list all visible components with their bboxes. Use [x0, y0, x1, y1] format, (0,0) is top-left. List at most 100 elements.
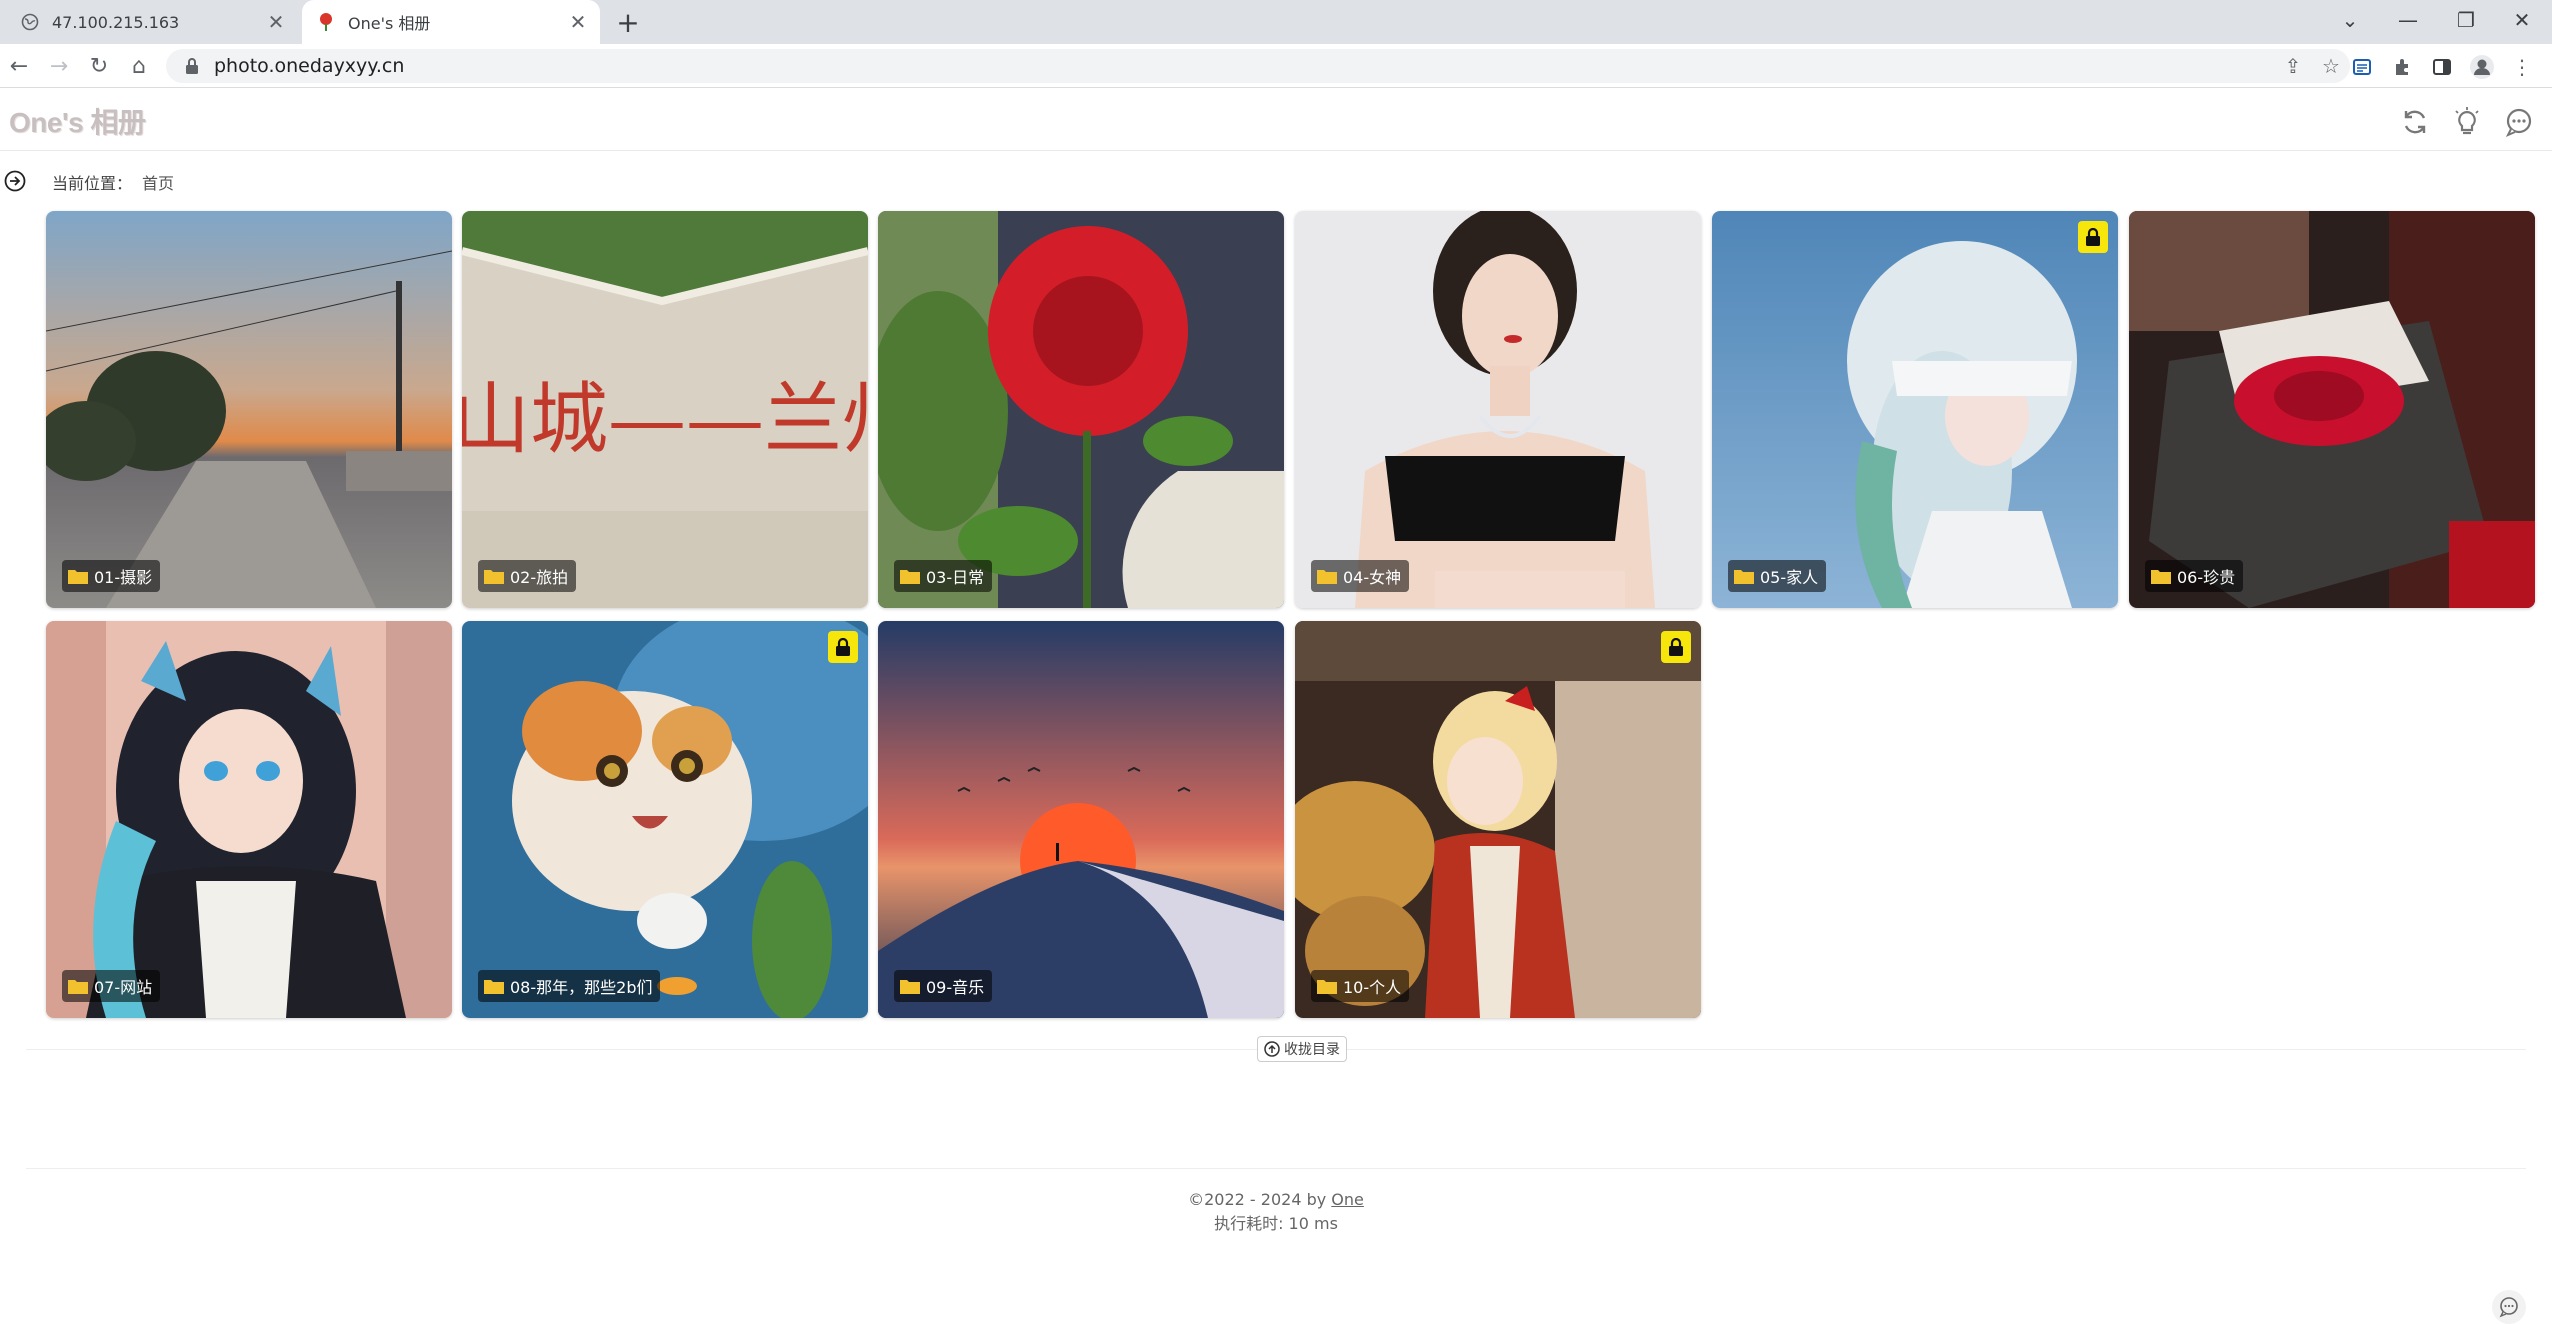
window-close-icon[interactable]: ✕: [2494, 0, 2550, 40]
folder-icon: [900, 980, 920, 994]
album-cover-sunset-road: [46, 211, 452, 608]
album-name: 09-音乐: [926, 978, 985, 997]
lock-icon: [184, 57, 202, 75]
album-label: 03-日常: [894, 560, 993, 592]
extensions-icon[interactable]: [2386, 51, 2418, 83]
tab-title: One's 相册: [348, 14, 431, 33]
album-label: 02-旅拍: [478, 560, 577, 592]
album-label: 07-网站: [62, 970, 161, 1002]
album-card-09[interactable]: 09-音乐: [878, 621, 1284, 1018]
collapse-label: 收拢目录: [1284, 1042, 1340, 1058]
album-name: 05-家人: [1760, 568, 1819, 587]
album-cover-red-rose: [878, 211, 1284, 608]
album-cover-portrait-woman: [1295, 211, 1701, 608]
svg-text:山城——兰州: 山城——兰州: [462, 375, 868, 465]
arrow-up-circle-icon: [1264, 1041, 1280, 1057]
close-icon[interactable]: ✕: [564, 8, 592, 36]
album-name: 08-那年，那些2b们: [510, 978, 653, 997]
omnibox-actions: ⇪ ☆: [2274, 49, 2350, 83]
album-card-01[interactable]: 01-摄影: [46, 211, 452, 608]
menu-icon[interactable]: ⋮: [2506, 51, 2538, 83]
author-link[interactable]: One: [1331, 1190, 1364, 1209]
album-cover-rose-bouquet: [2129, 211, 2535, 608]
album-cover-anime-white-hair: [1712, 211, 2118, 608]
album-label: 10-个人: [1311, 970, 1410, 1002]
album-name: 06-珍贵: [2177, 568, 2236, 587]
arrow-right-circle-icon[interactable]: [4, 170, 26, 192]
album-name: 02-旅拍: [510, 568, 569, 587]
site-title[interactable]: One's 相册: [9, 101, 146, 141]
album-card-04[interactable]: 04-女神: [1295, 211, 1701, 608]
share-icon[interactable]: ⇪: [2274, 54, 2312, 78]
lock-icon: [1661, 631, 1691, 663]
lightbulb-icon[interactable]: [2450, 105, 2484, 139]
folder-icon: [484, 980, 504, 994]
album-cover-wall-calligraphy: 山城——兰州: [462, 211, 868, 608]
folder-icon: [484, 570, 504, 584]
album-label: 09-音乐: [894, 970, 993, 1002]
album-name: 01-摄影: [94, 568, 153, 587]
breadcrumb: 当前位置： 首页: [52, 170, 174, 194]
site-header: One's 相册: [0, 89, 2552, 151]
refresh-icon[interactable]: [2398, 105, 2432, 139]
home-icon[interactable]: ⌂: [124, 51, 154, 81]
side-panel-icon[interactable]: [2426, 51, 2458, 83]
chevron-down-icon[interactable]: ⌄: [2322, 0, 2378, 40]
chat-float-icon[interactable]: [2492, 1290, 2526, 1324]
album-name: 03-日常: [926, 568, 985, 587]
album-cover-swimming-cat: [462, 621, 868, 1018]
back-icon[interactable]: ←: [4, 51, 34, 81]
lock-icon: [828, 631, 858, 663]
album-card-02[interactable]: 山城——兰州 02-旅拍: [462, 211, 868, 608]
tab-title: 47.100.215.163: [52, 12, 180, 32]
divider: [26, 1168, 2526, 1169]
folder-icon: [1317, 570, 1337, 584]
browser-toolbar: ← → ↻ ⌂ photo.onedayxyy.cn ⇪ ☆ ⋮: [0, 44, 2552, 88]
folder-icon: [68, 980, 88, 994]
breadcrumb-label: 当前位置：: [52, 174, 133, 193]
folder-icon: [2151, 570, 2171, 584]
new-tab-button[interactable]: +: [612, 6, 644, 39]
album-cover-anime-blonde-girl: [1295, 621, 1701, 1018]
album-label: 05-家人: [1728, 560, 1827, 592]
reading-mode-icon[interactable]: [2346, 51, 2378, 83]
address-bar[interactable]: photo.onedayxyy.cn ⇪ ☆: [166, 49, 2350, 83]
album-name: 10-个人: [1343, 978, 1402, 997]
folder-icon: [1734, 570, 1754, 584]
album-card-08[interactable]: 08-那年，那些2b们: [462, 621, 868, 1018]
lock-icon: [2078, 221, 2108, 253]
globe-icon: [20, 12, 40, 32]
album-card-06[interactable]: 06-珍贵: [2129, 211, 2535, 608]
tab-album[interactable]: One's 相册 ✕: [302, 0, 600, 44]
album-card-03[interactable]: 03-日常: [878, 211, 1284, 608]
album-card-05[interactable]: 05-家人: [1712, 211, 2118, 608]
star-icon[interactable]: ☆: [2312, 54, 2350, 78]
album-cover-desert-sunset: [878, 621, 1284, 1018]
album-name: 04-女神: [1343, 568, 1402, 587]
reload-icon[interactable]: ↻: [84, 51, 114, 81]
minimize-icon[interactable]: —: [2380, 0, 2436, 40]
copyright-text: ©2022 - 2024 by: [1188, 1190, 1327, 1209]
album-label: 08-那年，那些2b们: [478, 970, 661, 1002]
exec-time: 执行耗时: 10 ms: [1214, 1214, 1338, 1233]
profile-avatar[interactable]: [2466, 51, 2498, 83]
close-icon[interactable]: ✕: [262, 8, 290, 36]
tab-ip[interactable]: 47.100.215.163 ✕: [8, 0, 298, 44]
folder-icon: [1317, 980, 1337, 994]
folder-icon: [900, 570, 920, 584]
tab-strip: 47.100.215.163 ✕ One's 相册 ✕ + ⌄ — ❐ ✕: [0, 0, 2552, 44]
comment-icon[interactable]: [2502, 105, 2536, 139]
rose-favicon-icon: [316, 12, 336, 32]
footer: ©2022 - 2024 by One 执行耗时: 10 ms: [0, 1188, 2552, 1236]
album-cover-anime-cat-girl: [46, 621, 452, 1018]
breadcrumb-home-link[interactable]: 首页: [142, 174, 174, 193]
album-card-07[interactable]: 07-网站: [46, 621, 452, 1018]
restore-icon[interactable]: ❐: [2438, 0, 2494, 40]
album-label: 04-女神: [1311, 560, 1410, 592]
copyright-line: ©2022 - 2024 by One: [0, 1188, 2552, 1212]
album-label: 06-珍贵: [2145, 560, 2244, 592]
url-text: photo.onedayxyy.cn: [214, 55, 405, 77]
forward-icon[interactable]: →: [44, 51, 74, 81]
album-card-10[interactable]: 10-个人: [1295, 621, 1701, 1018]
collapse-directory-button[interactable]: 收拢目录: [1257, 1036, 1347, 1062]
